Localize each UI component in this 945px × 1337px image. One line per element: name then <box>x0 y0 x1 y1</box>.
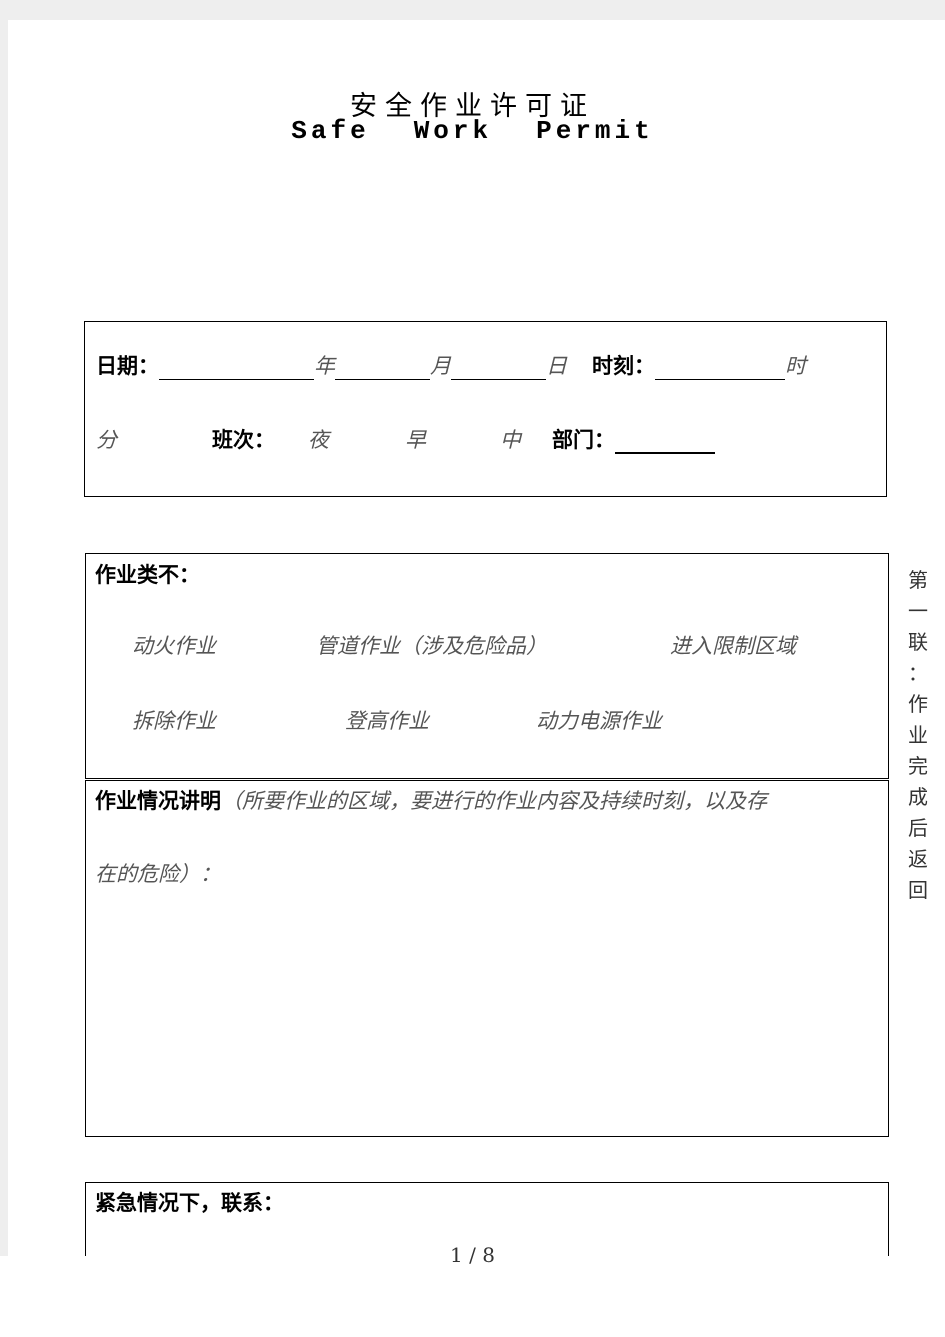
year-field[interactable] <box>159 357 314 380</box>
date-line: 日期：年月日时刻：时 <box>96 354 806 380</box>
description-line1: 作业情况讲明（所要作业的区域，要进行的作业内容及持续时刻，以及存 <box>95 789 767 813</box>
minute-label: 分 <box>96 428 117 452</box>
dept-field[interactable] <box>615 430 715 454</box>
hour-field[interactable] <box>655 357 785 380</box>
work-type-box <box>85 553 889 779</box>
type-height-work[interactable]: 登高作业 <box>345 705 429 735</box>
type-demolition[interactable]: 拆除作业 <box>132 705 216 735</box>
title-english: Safe Work Permit <box>291 116 654 146</box>
page-number: 1 / 8 <box>450 1243 495 1267</box>
page-footer <box>0 1256 945 1337</box>
type-hot-work[interactable]: 动火作业 <box>132 630 216 660</box>
date-box <box>84 321 887 497</box>
type-power-source[interactable]: 动力电源作业 <box>536 705 662 735</box>
description-box <box>85 780 889 1137</box>
shift-middle[interactable]: 中 <box>500 424 521 454</box>
work-type-label: 作业类不： <box>95 563 200 587</box>
day-field[interactable] <box>451 357 546 380</box>
emergency-label: 紧急情况下，联系： <box>95 1191 284 1215</box>
page-margin <box>0 0 945 20</box>
document-page: 安全作业许可证 Safe Work Permit 日期：年月日时刻：时 分 班次： … <box>0 0 945 1337</box>
shift-night[interactable]: 夜 <box>308 424 329 454</box>
shift-label: 班次： <box>212 428 275 452</box>
shift-morning[interactable]: 早 <box>405 424 426 454</box>
page-margin <box>0 0 8 1337</box>
dept-line: 部门： <box>552 424 715 454</box>
month-field[interactable] <box>335 357 430 380</box>
description-line2: 在的危险）： <box>95 862 221 886</box>
type-pipeline[interactable]: 管道作业（涉及危险品） <box>316 630 547 660</box>
type-confined-space[interactable]: 进入限制区域 <box>670 630 796 660</box>
side-note: 第一联：作业完成后返回 <box>908 568 928 902</box>
